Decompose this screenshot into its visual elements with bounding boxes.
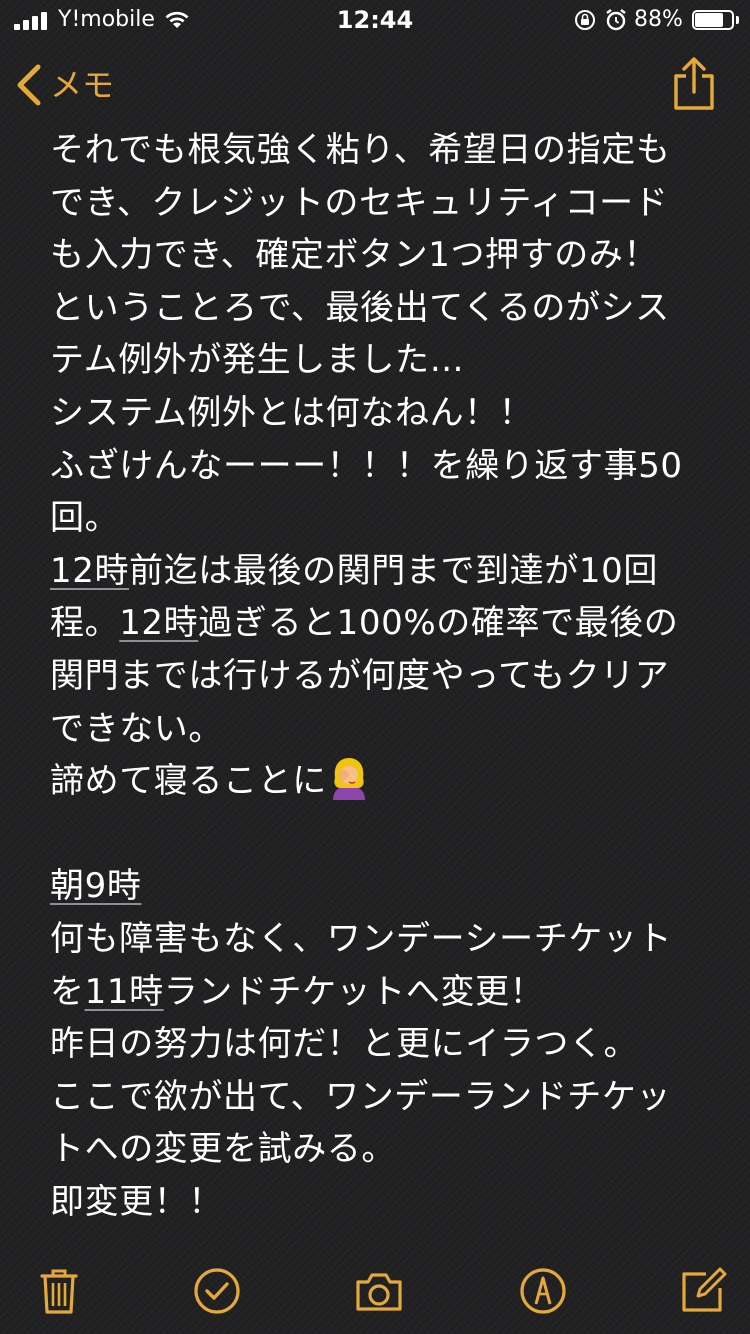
markup-icon[interactable] xyxy=(518,1266,568,1316)
note-line: ふざけんなーーー！！！を繰り返す事50 xyxy=(50,440,710,493)
note-line: 何も障害もなく、ワンデーシーチケット xyxy=(50,913,710,966)
note-text-segment: システム例外とは何なねん！！ xyxy=(50,392,534,433)
note-line xyxy=(50,808,710,861)
alarm-icon xyxy=(606,9,626,31)
note-text-segment: テム例外が発生しました… xyxy=(50,340,465,381)
note-line: トへの変更を試みる。 xyxy=(50,1123,710,1176)
note-text-segment: でき、クレジットのセキュリティコード xyxy=(50,182,669,223)
note-line: システム例外とは何なねん！！ xyxy=(50,387,710,440)
note-text-segment: 程。 xyxy=(50,603,120,644)
note-text-segment: 即変更！！ xyxy=(50,1181,223,1222)
note-line: ここで欲が出て、ワンデーランドチケッ xyxy=(50,1071,710,1124)
note-text-segment: それでも根気強く粘り、希望日の指定も xyxy=(50,130,671,170)
note-text-segment: 諦めて寝ることに xyxy=(50,761,327,802)
note-line: 諦めて寝ることに xyxy=(50,755,710,808)
bottom-toolbar xyxy=(0,1256,750,1326)
note-text-segment: ということろで、最後出てくるのがシス xyxy=(50,287,670,328)
note-underlined-time[interactable]: 12時 xyxy=(50,551,129,591)
back-button-label: メモ xyxy=(50,66,115,104)
note-line: を11時ランドチケットへ変更！ xyxy=(50,966,710,1019)
note-line: それでも根気強く粘り、希望日の指定も xyxy=(50,124,710,177)
note-line: でき、クレジットのセキュリティコード xyxy=(50,177,710,230)
note-text-segment: 回。 xyxy=(50,498,120,539)
note-text-segment: 昨日の努力は何だ！と更にイラつく。 xyxy=(50,1024,639,1065)
note-underlined-time[interactable]: 12時 xyxy=(119,603,198,643)
note-text-segment: ふざけんなーーー！！！を繰り返す事50 xyxy=(50,445,683,486)
note-text-segment: ランドチケットへ変更！ xyxy=(163,971,545,1012)
trash-icon[interactable] xyxy=(34,1266,84,1316)
note-text-segment: できない。 xyxy=(50,708,223,749)
note-text-area[interactable]: それでも根気強く粘り、希望日の指定も でき、クレジットのセキュリティコード も入力で… xyxy=(50,124,710,1228)
orientation-lock-icon xyxy=(575,10,595,30)
note-line: 朝9時 xyxy=(50,860,710,913)
note-text-segment: も入力でき、確定ボタン1つ押すのみ！ xyxy=(50,235,659,276)
camera-icon[interactable] xyxy=(354,1266,404,1316)
note-underlined-time[interactable]: 朝9時 xyxy=(50,866,141,906)
note-text-segment: を xyxy=(50,971,85,1012)
note-text-segment: 何も障害もなく、ワンデーシーチケット xyxy=(50,918,673,959)
checklist-icon[interactable] xyxy=(192,1266,242,1316)
note-text-segment: 過ぎると100%の確率で最後の xyxy=(198,603,679,644)
note-line: 即変更！！ xyxy=(50,1176,710,1229)
note-text-segment: 前迄は最後の関門まで到達が10回 xyxy=(129,550,658,591)
note-line: 昨日の努力は何だ！と更にイラつく。 xyxy=(50,1018,710,1071)
note-line: 関門までは行けるが何度やってもクリア xyxy=(50,650,710,703)
share-icon[interactable] xyxy=(668,56,720,112)
compose-icon[interactable] xyxy=(678,1266,728,1316)
status-bar: Y!mobile 12:44 88% xyxy=(0,0,750,40)
note-line: ということろで、最後出てくるのがシス xyxy=(50,282,710,335)
note-text-segment: ここで欲が出て、ワンデーランドチケッ xyxy=(50,1076,672,1117)
note-text-segment: トへの変更を試みる。 xyxy=(50,1129,396,1170)
note-line: 12時前迄は最後の関門まで到達が10回 xyxy=(50,545,710,598)
note-line: も入力でき、確定ボタン1つ押すのみ！ xyxy=(50,229,710,282)
battery-percentage: 88% xyxy=(634,7,683,32)
note-line: 程。12時過ぎると100%の確率で最後の xyxy=(50,597,710,650)
battery-icon xyxy=(692,10,740,30)
note-line: 回。 xyxy=(50,492,710,545)
chevron-left-icon xyxy=(17,64,41,106)
note-line: テム例外が発生しました… xyxy=(50,334,710,387)
back-button[interactable]: メモ xyxy=(14,60,114,110)
note-underlined-time[interactable]: 11時 xyxy=(85,972,164,1012)
note-line: できない。 xyxy=(50,703,710,756)
navigation-bar: メモ xyxy=(0,48,750,124)
note-text-segment: 関門までは行けるが何度やってもクリア xyxy=(50,655,670,696)
face-palm-icon xyxy=(327,758,371,801)
